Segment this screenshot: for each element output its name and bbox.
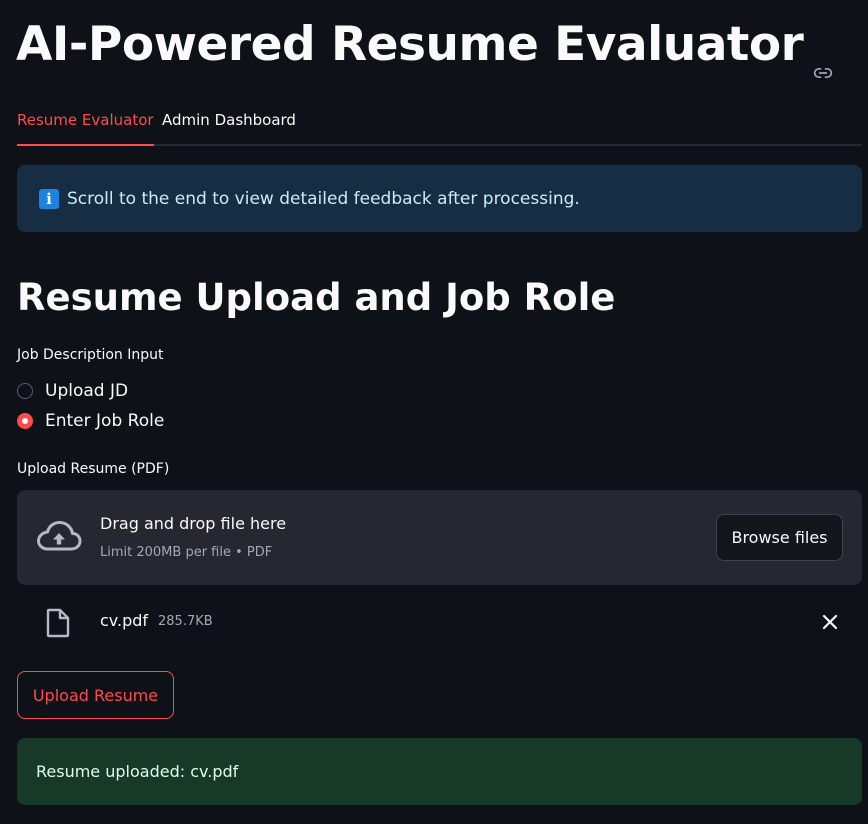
dropzone-title: Drag and drop file here (100, 514, 287, 533)
link-icon[interactable] (813, 39, 833, 78)
info-icon: i (39, 188, 59, 209)
uploaded-file-name: cv.pdf (100, 611, 149, 630)
upload-resume-label: Upload Resume (PDF) (17, 461, 170, 477)
info-banner-text: Scroll to the end to view detailed feedb… (67, 188, 580, 209)
radio-enter-job-role[interactable]: Enter Job Role (17, 411, 164, 431)
radio-circle-selected[interactable] (17, 413, 33, 429)
info-banner: i Scroll to the end to view detailed fee… (17, 165, 862, 232)
cloud-upload-icon (36, 520, 82, 552)
file-dropzone[interactable]: Drag and drop file here Limit 200MB per … (17, 490, 862, 585)
page-title: AI-Powered Resume Evaluator (16, 16, 833, 78)
dropzone-limit: Limit 200MB per file • PDF (100, 545, 273, 560)
uploaded-file-row: cv.pdf 285.7KB (17, 600, 862, 644)
upload-resume-button[interactable]: Upload Resume (17, 671, 174, 719)
page-title-text: AI-Powered Resume Evaluator (16, 17, 804, 72)
close-icon[interactable] (821, 613, 839, 631)
radio-upload-jd-label: Upload JD (45, 381, 129, 401)
job-description-label: Job Description Input (17, 347, 164, 363)
radio-enter-job-role-label: Enter Job Role (45, 411, 165, 431)
tab-bar: Resume Evaluator Admin Dashboard (17, 100, 862, 146)
uploaded-file-size: 285.7KB (158, 614, 213, 629)
success-banner: Resume uploaded: cv.pdf (17, 738, 862, 805)
browse-files-button[interactable]: Browse files (716, 514, 843, 561)
radio-upload-jd[interactable]: Upload JD (17, 381, 128, 401)
file-icon (45, 608, 71, 638)
radio-circle-unselected[interactable] (17, 383, 33, 399)
section-heading: Resume Upload and Job Role (17, 276, 616, 319)
success-banner-text: Resume uploaded: cv.pdf (36, 762, 239, 781)
tab-resume-evaluator[interactable]: Resume Evaluator (17, 100, 154, 146)
tab-admin-dashboard[interactable]: Admin Dashboard (162, 100, 296, 144)
